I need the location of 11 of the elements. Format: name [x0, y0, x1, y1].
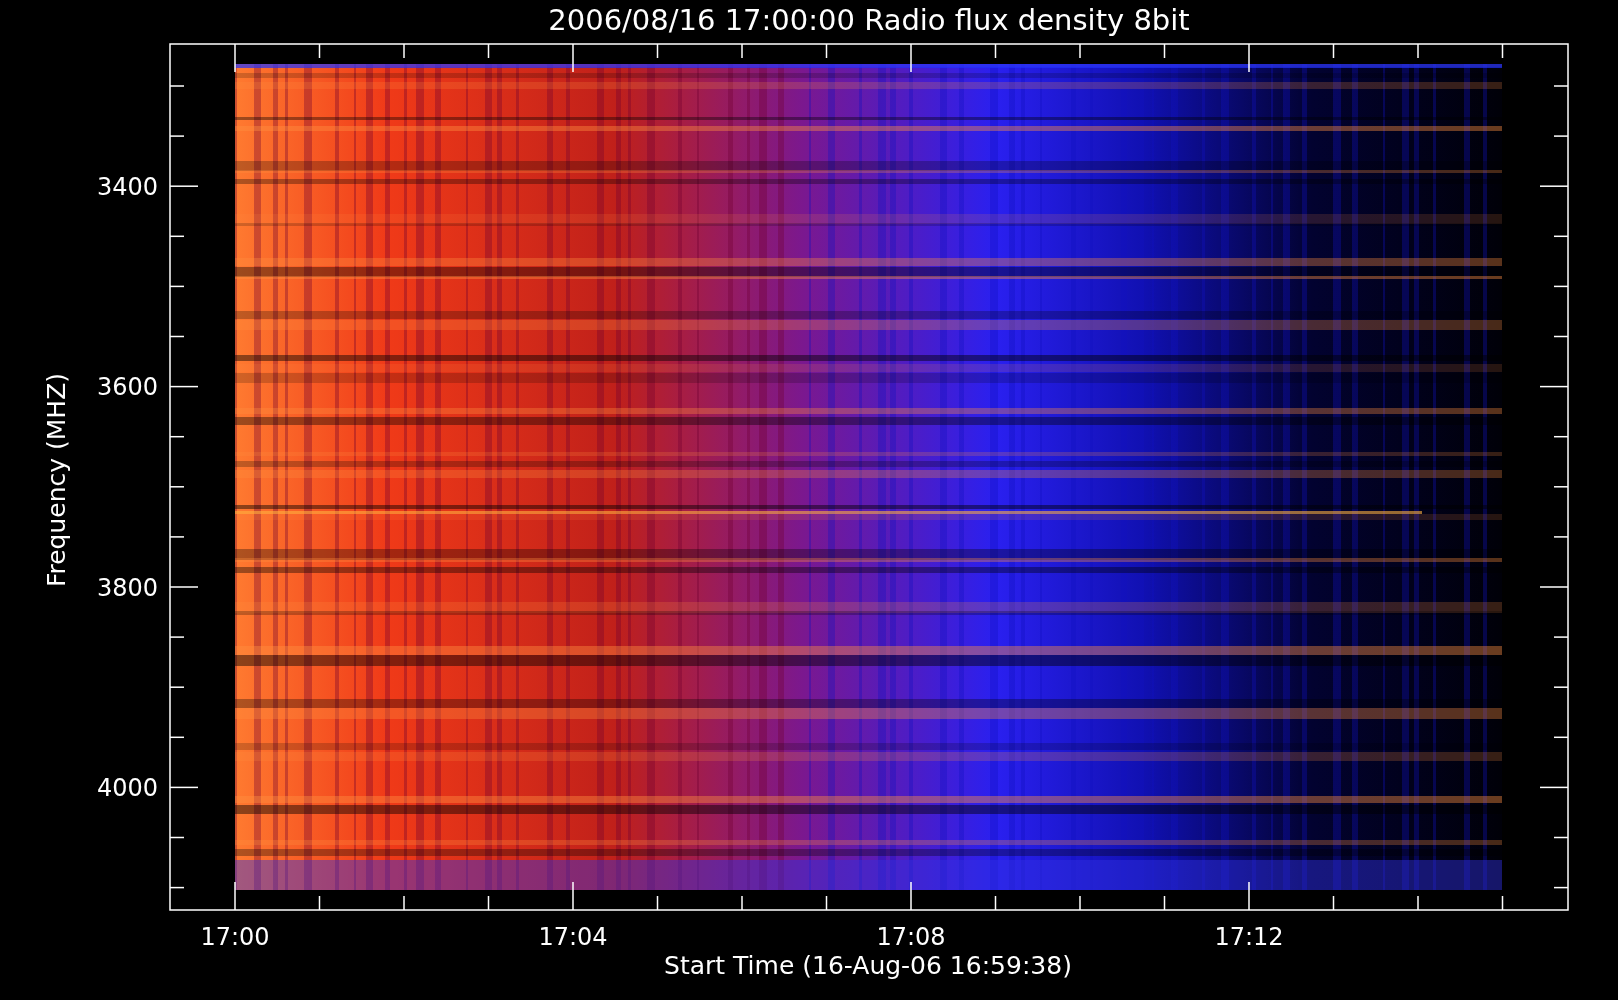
axis-tick-label: 3600	[96, 373, 158, 402]
chart-title: 2006/08/16 17:00:00 Radio flux density 8bit	[548, 3, 1190, 37]
axis-tick-label: 3800	[96, 573, 158, 602]
axis-tick-label: 17:00	[200, 923, 270, 951]
axis-label: Start Time (16-Aug-06 16:59:38)	[664, 951, 1072, 980]
axis-tick-label: 17:12	[1214, 923, 1284, 951]
axis-tick-label: 4000	[96, 774, 158, 803]
axis-tick-label: 3400	[96, 173, 158, 201]
axis-label: Frequency (MHZ)	[42, 372, 71, 588]
axis-tick-label: 17:04	[538, 923, 608, 951]
axis-tick-label: 17:08	[876, 923, 946, 951]
